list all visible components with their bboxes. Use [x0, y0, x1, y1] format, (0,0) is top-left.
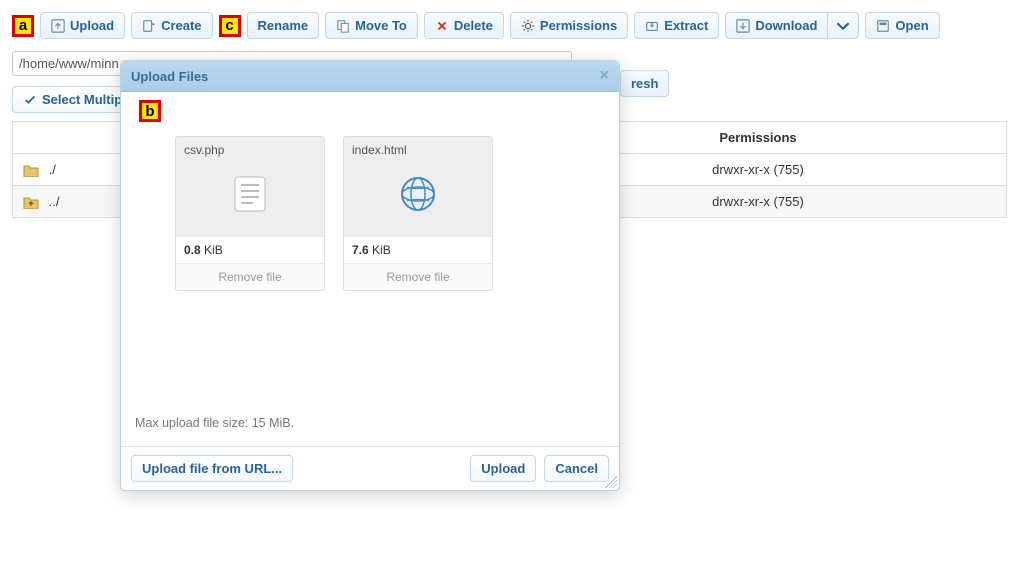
dialog-body: b csv.php 0.8 KiB Remove file index.html — [121, 92, 619, 446]
extract-button[interactable]: Extract — [634, 12, 719, 39]
check-icon — [23, 93, 37, 107]
folder-icon — [23, 164, 39, 177]
delete-icon — [435, 19, 449, 33]
open-label: Open — [895, 18, 928, 33]
rename-label: Rename — [258, 18, 309, 33]
file-size: 7.6 KiB — [344, 237, 492, 263]
remove-file-button[interactable]: Remove file — [344, 263, 492, 290]
rename-button[interactable]: Rename — [247, 12, 320, 39]
download-label: Download — [755, 18, 817, 33]
upload-label: Upload — [70, 18, 114, 33]
permissions-label: Permissions — [540, 18, 617, 33]
max-upload-hint: Max upload file size: 15 MiB. — [133, 412, 607, 440]
download-icon — [736, 19, 750, 33]
close-icon[interactable]: × — [600, 67, 609, 85]
annotation-a: a — [12, 15, 34, 37]
main-toolbar: a Upload Create c Rename Move To Delete … — [12, 12, 1007, 39]
download-split-button: Download — [725, 12, 859, 39]
delete-label: Delete — [454, 18, 493, 33]
create-label: Create — [161, 18, 201, 33]
moveto-button[interactable]: Move To — [325, 12, 418, 39]
folder-up-icon — [23, 196, 39, 209]
row-name: ./ — [49, 162, 56, 177]
upload-file-tile: csv.php 0.8 KiB Remove file — [175, 136, 325, 291]
dialog-header[interactable]: Upload Files × — [121, 61, 619, 92]
cancel-button[interactable]: Cancel — [544, 455, 609, 482]
row-name: ../ — [49, 194, 60, 209]
create-icon — [142, 19, 156, 33]
delete-button[interactable]: Delete — [424, 12, 504, 39]
download-dropdown-toggle[interactable] — [827, 12, 859, 39]
upload-button[interactable]: Upload — [40, 12, 125, 39]
moveto-label: Move To — [355, 18, 407, 33]
download-button[interactable]: Download — [725, 12, 827, 39]
annotation-c: c — [219, 15, 241, 37]
refresh-button-partial[interactable]: resh — [620, 70, 669, 97]
upload-from-url-button[interactable]: Upload file from URL... — [131, 455, 293, 482]
upload-confirm-button[interactable]: Upload — [470, 455, 536, 482]
upload-icon — [51, 19, 65, 33]
upload-drop-area[interactable]: csv.php 0.8 KiB Remove file index.html — [133, 102, 607, 412]
permissions-button[interactable]: Permissions — [510, 12, 628, 39]
annotation-b: b — [139, 100, 161, 122]
remove-file-button[interactable]: Remove file — [176, 263, 324, 290]
globe-icon — [352, 157, 484, 231]
open-button[interactable]: Open — [865, 12, 939, 39]
gear-icon — [521, 19, 535, 33]
open-icon — [876, 19, 890, 33]
file-name: csv.php — [184, 143, 316, 157]
dialog-title: Upload Files — [131, 69, 208, 84]
extract-icon — [645, 19, 659, 33]
file-size: 0.8 KiB — [176, 237, 324, 263]
extract-label: Extract — [664, 18, 708, 33]
upload-dialog: Upload Files × b csv.php 0.8 KiB Remove … — [120, 60, 620, 491]
file-text-icon — [184, 157, 316, 231]
create-button[interactable]: Create — [131, 12, 212, 39]
caret-down-icon — [836, 19, 850, 33]
dialog-footer: Upload file from URL... Upload Cancel — [121, 446, 619, 490]
upload-file-tile: index.html 7.6 KiB Remove file — [343, 136, 493, 291]
file-name: index.html — [352, 143, 484, 157]
resize-handle[interactable] — [605, 476, 617, 488]
moveto-icon — [336, 19, 350, 33]
